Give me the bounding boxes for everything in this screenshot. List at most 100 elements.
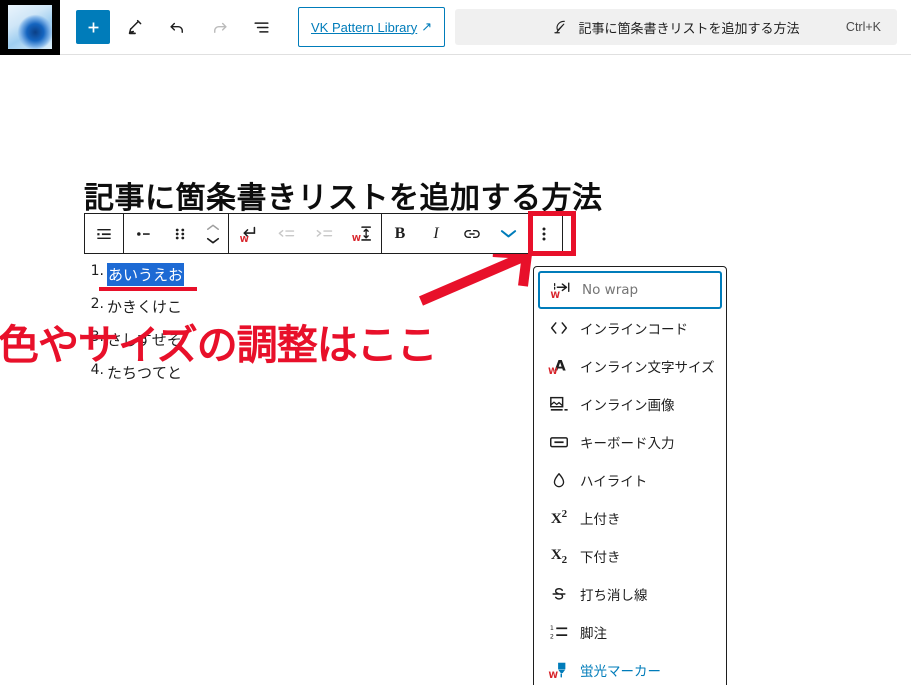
editor-header: VK Pattern Library ↗ 記事に箇条書きリストを追加する方法 C… <box>0 0 911 55</box>
menu-item-label: 蛍光マーカー <box>580 664 661 680</box>
svg-text:2: 2 <box>550 633 554 640</box>
italic-button[interactable]: I <box>418 214 454 253</box>
menu-item-no-wrap[interactable]: W No wrap <box>538 271 722 309</box>
inline-image-icon <box>547 394 571 414</box>
droplet-icon <box>547 470 571 490</box>
bold-button[interactable]: B <box>382 214 418 253</box>
link-button[interactable] <box>454 214 490 253</box>
vk-font-size-icon: A W <box>547 356 571 376</box>
svg-text:W: W <box>548 367 558 376</box>
block-type-list-button[interactable] <box>85 214 123 253</box>
vertical-dots-icon <box>542 227 546 240</box>
svg-text:W: W <box>549 671 559 680</box>
menu-item-label: 上付き <box>580 512 621 528</box>
undo-arrow-icon <box>169 22 183 33</box>
drag-handle[interactable] <box>162 214 198 253</box>
subscript-icon: X2 <box>550 546 568 566</box>
vk-line-break-icon: W <box>240 226 256 243</box>
menu-item-label: 打ち消し線 <box>580 588 648 604</box>
red-underline-annotation <box>99 287 197 291</box>
vk-line-height-icon: W <box>352 225 372 242</box>
menu-item-label: インライン画像 <box>580 398 675 414</box>
menu-item-subscript[interactable]: X2 下付き <box>534 537 726 575</box>
redo-button[interactable] <box>202 10 236 44</box>
code-brackets-icon <box>547 319 571 337</box>
toolbar-group-vk-tools: W W <box>229 214 382 253</box>
chevron-down-icon-mover[interactable] <box>206 234 220 247</box>
more-rich-text-button[interactable] <box>490 214 526 253</box>
rich-text-more-menu: W No wrap インラインコード A W インライン文字サイズ インライン画… <box>533 266 727 685</box>
vk-highlighter-icon: W <box>547 660 571 680</box>
outdent-button <box>267 214 305 253</box>
menu-item-label: 下付き <box>580 550 621 566</box>
toolbar-group-list-controls <box>124 214 229 253</box>
move-up-down-button[interactable] <box>198 214 228 253</box>
list-item-number: 1. <box>90 263 104 279</box>
toolbar-group-block-type <box>85 214 124 253</box>
command-search-bar[interactable]: 記事に箇条書きリストを追加する方法 Ctrl+K <box>455 9 897 45</box>
menu-item-label: キーボード入力 <box>580 436 675 452</box>
menu-item-keyboard-input[interactable]: キーボード入力 <box>534 423 726 461</box>
list-item-number: 2. <box>90 296 104 312</box>
pencil-icon <box>128 19 142 35</box>
indent-button <box>305 214 343 253</box>
callout-text-annotation: 色やサイズの調整はここ <box>0 321 438 369</box>
outdent-icon <box>278 229 295 237</box>
document-overview-button[interactable] <box>244 10 278 44</box>
editor-canvas: 記事に箇条書きリストを追加する方法 W W B I 1. あいうえお 2. かき… <box>0 55 911 685</box>
undo-button[interactable] <box>160 10 194 44</box>
menu-item-highlight[interactable]: ハイライト <box>534 461 726 499</box>
red-arrow-annotation <box>419 247 533 306</box>
menu-item-inline-image[interactable]: インライン画像 <box>534 385 726 423</box>
svg-text:W: W <box>240 233 249 243</box>
block-toolbar: W W B I <box>84 213 563 254</box>
header-toolbar: VK Pattern Library ↗ <box>60 7 446 47</box>
vk-pattern-library-label: VK Pattern Library <box>311 19 418 35</box>
site-icon-thumbnail[interactable] <box>8 5 52 49</box>
menu-item-label: ハイライト <box>580 474 648 490</box>
command-bar-shortcut: Ctrl+K <box>845 20 881 34</box>
indent-icon <box>316 229 333 237</box>
drag-dots-icon <box>175 228 185 239</box>
list-style-button[interactable] <box>124 214 162 253</box>
menu-item-inline-code[interactable]: インラインコード <box>534 309 726 347</box>
menu-item-highlighter-marker[interactable]: W 蛍光マーカー <box>534 651 726 685</box>
vk-line-break-button[interactable]: W <box>229 214 267 253</box>
footnote-icon: 1 2 <box>547 622 571 642</box>
menu-item-label: 脚注 <box>580 626 607 642</box>
menu-item-label: インライン文字サイズ <box>580 360 715 376</box>
edit-tool-button[interactable] <box>118 10 152 44</box>
menu-item-strikethrough[interactable]: 打ち消し線 <box>534 575 726 613</box>
toolbar-group-formatting: B I <box>382 214 562 253</box>
svg-text:W: W <box>551 291 561 300</box>
superscript-icon: X2 <box>550 508 568 527</box>
vk-no-wrap-icon: W <box>549 280 573 300</box>
redo-arrow-icon <box>213 22 227 33</box>
list-item-text[interactable]: あいうえお <box>107 263 185 286</box>
site-icon-container[interactable] <box>0 0 60 55</box>
add-block-button[interactable] <box>76 10 110 44</box>
external-link-icon: ↗ <box>421 19 433 34</box>
plus-icon <box>88 22 98 32</box>
svg-text:W: W <box>352 232 361 242</box>
bullet-dash-icon <box>137 231 150 236</box>
list-view-icon <box>253 21 269 33</box>
chevron-up-icon[interactable] <box>206 221 220 234</box>
svg-text:1: 1 <box>550 625 554 632</box>
menu-item-label: No wrap <box>582 282 639 298</box>
list-block-icon <box>97 228 111 239</box>
vk-line-height-button[interactable]: W <box>343 214 381 253</box>
link-icon <box>464 229 480 238</box>
chevron-down-icon <box>500 230 516 238</box>
keyboard-icon <box>547 433 571 451</box>
menu-item-superscript[interactable]: X2 上付き <box>534 499 726 537</box>
strikethrough-icon <box>547 584 571 604</box>
menu-item-footnote[interactable]: 1 2 脚注 <box>534 613 726 651</box>
command-bar-title: 記事に箇条書きリストを追加する方法 <box>578 20 800 36</box>
menu-item-inline-font-size[interactable]: A W インライン文字サイズ <box>534 347 726 385</box>
vk-pattern-library-button[interactable]: VK Pattern Library ↗ <box>298 7 446 47</box>
block-options-button[interactable] <box>526 214 562 253</box>
feather-icon <box>552 19 568 35</box>
menu-item-label: インラインコード <box>580 322 688 338</box>
page-title[interactable]: 記事に箇条書きリストを追加する方法 <box>84 173 603 217</box>
